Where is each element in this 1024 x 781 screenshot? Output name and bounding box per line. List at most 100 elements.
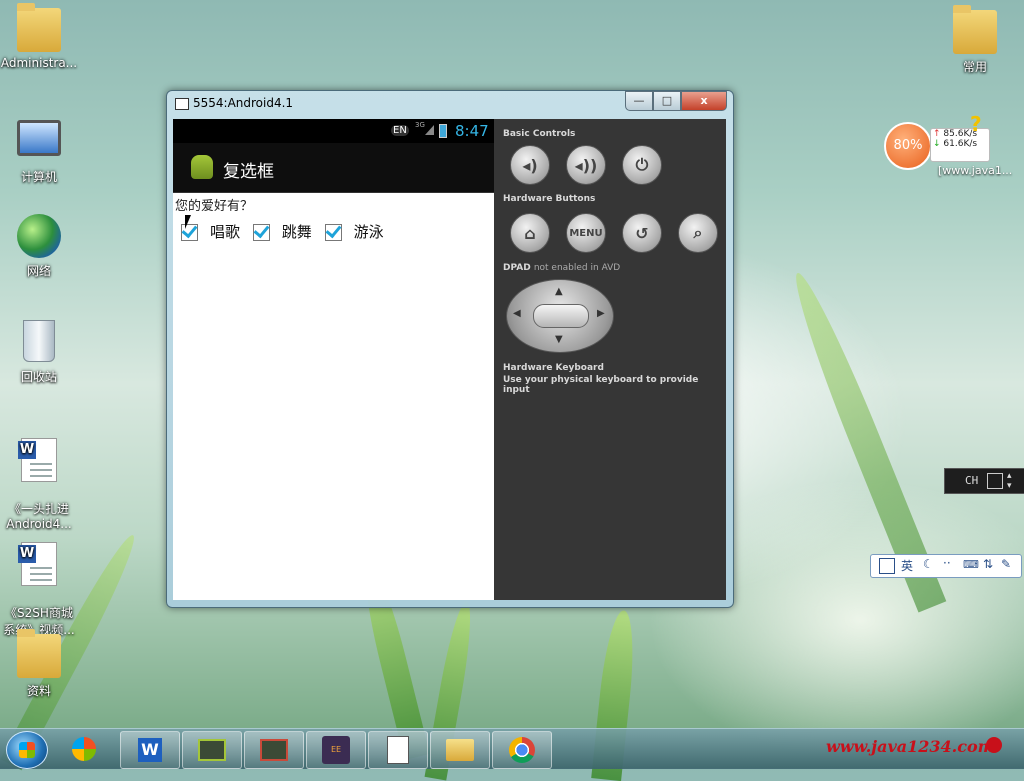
basic-controls-label: Basic Controls (503, 129, 576, 139)
volume-up-button[interactable]: ◂)) (566, 145, 606, 185)
settings-icon[interactable]: ⇅ (983, 557, 993, 571)
desktop-icon-common[interactable]: 常用 (936, 5, 1014, 75)
search-button[interactable]: ⌕ (678, 213, 718, 253)
hardware-keyboard-label: Hardware Keyboard (503, 363, 604, 373)
close-button[interactable]: x (681, 91, 727, 111)
speed-percent-badge: 80% (884, 122, 932, 170)
keyboard-icon[interactable]: ⌨ (963, 558, 979, 571)
power-button[interactable]: ⏻ (622, 145, 662, 185)
volume-down-button[interactable]: ◂) (510, 145, 550, 185)
window-app-icon (175, 98, 189, 110)
file-explorer-icon (446, 739, 474, 761)
ime-expand-icon[interactable]: ▴ ▾ (1007, 471, 1012, 491)
desktop-icon-label: 回收站 (20, 370, 57, 384)
dpad-center-button[interactable] (533, 304, 589, 328)
dpad-note: not enabled in AVD (533, 263, 621, 273)
android-sdk-icon (198, 739, 226, 761)
recycle-bin-icon (17, 320, 61, 364)
home-icon: ⌂ (524, 223, 536, 243)
desktop-icon-label: 资料 (26, 684, 51, 698)
checkbox-icon[interactable] (324, 224, 342, 241)
menu-label: MENU (569, 227, 603, 239)
power-icon: ⏻ (635, 155, 649, 174)
watermark-text: www.java1234.com (826, 737, 995, 756)
java-ee-ide-icon: EE (322, 736, 350, 764)
taskbar-emulator[interactable] (244, 731, 304, 769)
network-speed-widget[interactable]: 80% ↑ 85.6K/s ↓ 61.6K/s ? (884, 112, 994, 170)
lang-indicator: EN (391, 125, 409, 136)
taskbar-wps[interactable]: W (120, 731, 180, 769)
punct-icon[interactable]: ·· (943, 556, 951, 570)
moon-icon[interactable]: ☾ (923, 557, 934, 571)
windows-logo-icon (72, 737, 96, 761)
download-arrow-icon: ↓ (933, 139, 941, 149)
dpad[interactable]: ▲ ▼ ◀ ▶ (506, 279, 614, 353)
wrench-icon[interactable]: ✎ (1001, 557, 1011, 571)
emulator-window[interactable]: 5554:Android4.1 — □ x EN 3G 8:47 复选框 您的爱… (166, 90, 734, 608)
checkbox-label: 游泳 (353, 223, 384, 241)
ime-mode-icon[interactable] (987, 473, 1003, 489)
chrome-icon (509, 737, 535, 763)
dpad-up-icon[interactable]: ▲ (555, 286, 563, 297)
hardware-keyboard-note: Use your physical keyboard to provide in… (503, 375, 699, 395)
home-button[interactable]: ⌂ (510, 213, 550, 253)
android-action-bar: 复选框 (173, 143, 494, 193)
ime-logo-icon[interactable] (879, 558, 895, 574)
start-button[interactable] (6, 731, 48, 769)
taskbar-explorer[interactable] (430, 731, 490, 769)
dpad-down-icon[interactable]: ▼ (555, 334, 563, 345)
widget-caption: [www.java1... (938, 164, 1013, 177)
ime-language: CH (965, 474, 979, 487)
back-button[interactable]: ↺ (622, 213, 662, 253)
word-document-icon: W (17, 438, 61, 482)
dpad-right-icon[interactable]: ▶ (597, 308, 605, 319)
tray-icon[interactable] (986, 737, 1002, 753)
android-emulator-icon (260, 739, 288, 761)
checkbox-row: 唱歌 跳舞 游泳 (181, 221, 384, 242)
taskbar-chrome[interactable] (492, 731, 552, 769)
desktop-icon-label: 常用 (962, 60, 987, 74)
clock: 8:47 (455, 122, 489, 140)
dpad-left-icon[interactable]: ◀ (513, 308, 521, 319)
checkbox-sing[interactable]: 唱歌 (181, 223, 248, 241)
dpad-title: DPAD (503, 263, 531, 273)
desktop-icon-network[interactable]: 网络 (0, 214, 78, 279)
checkbox-swim[interactable]: 游泳 (324, 223, 384, 241)
taskbar-java-ide[interactable]: EE (306, 731, 366, 769)
taskbar-pinned-app[interactable] (64, 733, 104, 765)
desktop-icon-administrator[interactable]: Administra... (0, 3, 78, 70)
taskbar-sdk[interactable] (182, 731, 242, 769)
folder-icon (17, 629, 61, 678)
wps-writer-icon: W (138, 738, 162, 762)
maximize-button[interactable]: □ (653, 91, 681, 111)
word-document-icon: W (17, 542, 61, 586)
network-icon (17, 214, 61, 258)
menu-button[interactable]: MENU (566, 213, 606, 253)
volume-down-icon: ◂) (522, 155, 538, 175)
ime-input-mode[interactable]: 英 (901, 557, 913, 574)
checkbox-label: 跳舞 (281, 223, 312, 241)
download-speed: 61.6K/s (943, 139, 978, 149)
checkbox-label: 唱歌 (210, 223, 241, 241)
battery-icon (439, 124, 447, 138)
android-screen[interactable]: EN 3G 8:47 复选框 您的爱好有？ 唱歌 跳舞 游泳 (173, 119, 494, 600)
back-icon: ↺ (635, 223, 649, 243)
desktop-icon-android-doc[interactable]: W 《一头扎进 Android4... (0, 424, 78, 545)
taskbar-notepad[interactable] (368, 731, 428, 769)
checkbox-icon[interactable] (252, 224, 270, 241)
signal-indicator: 3G (415, 121, 425, 129)
desktop-icon-label: 《一头扎进 Android4... (6, 502, 72, 531)
ime-toolbar[interactable]: 英 ☾ ·· ⌨ ⇅ ✎ (870, 554, 1022, 578)
notepad-icon (387, 736, 409, 764)
checkbox-dance[interactable]: 跳舞 (252, 223, 320, 241)
desktop-icon-materials[interactable]: 资料 (0, 629, 78, 699)
windows-logo-icon (19, 742, 35, 758)
desktop-icon-label: 计算机 (20, 170, 57, 184)
minimize-button[interactable]: — (625, 91, 653, 111)
window-title: 5554:Android4.1 (193, 96, 294, 110)
desktop-icon-label: 《S2SH商城 系统》视频... (3, 606, 75, 637)
ime-language-bar[interactable]: CH ▴ ▾ (944, 468, 1024, 494)
widget-badge-icon: ? (970, 112, 982, 136)
desktop-icon-computer[interactable]: 计算机 (0, 114, 78, 185)
desktop-icon-recycle-bin[interactable]: 回收站 (0, 320, 78, 385)
